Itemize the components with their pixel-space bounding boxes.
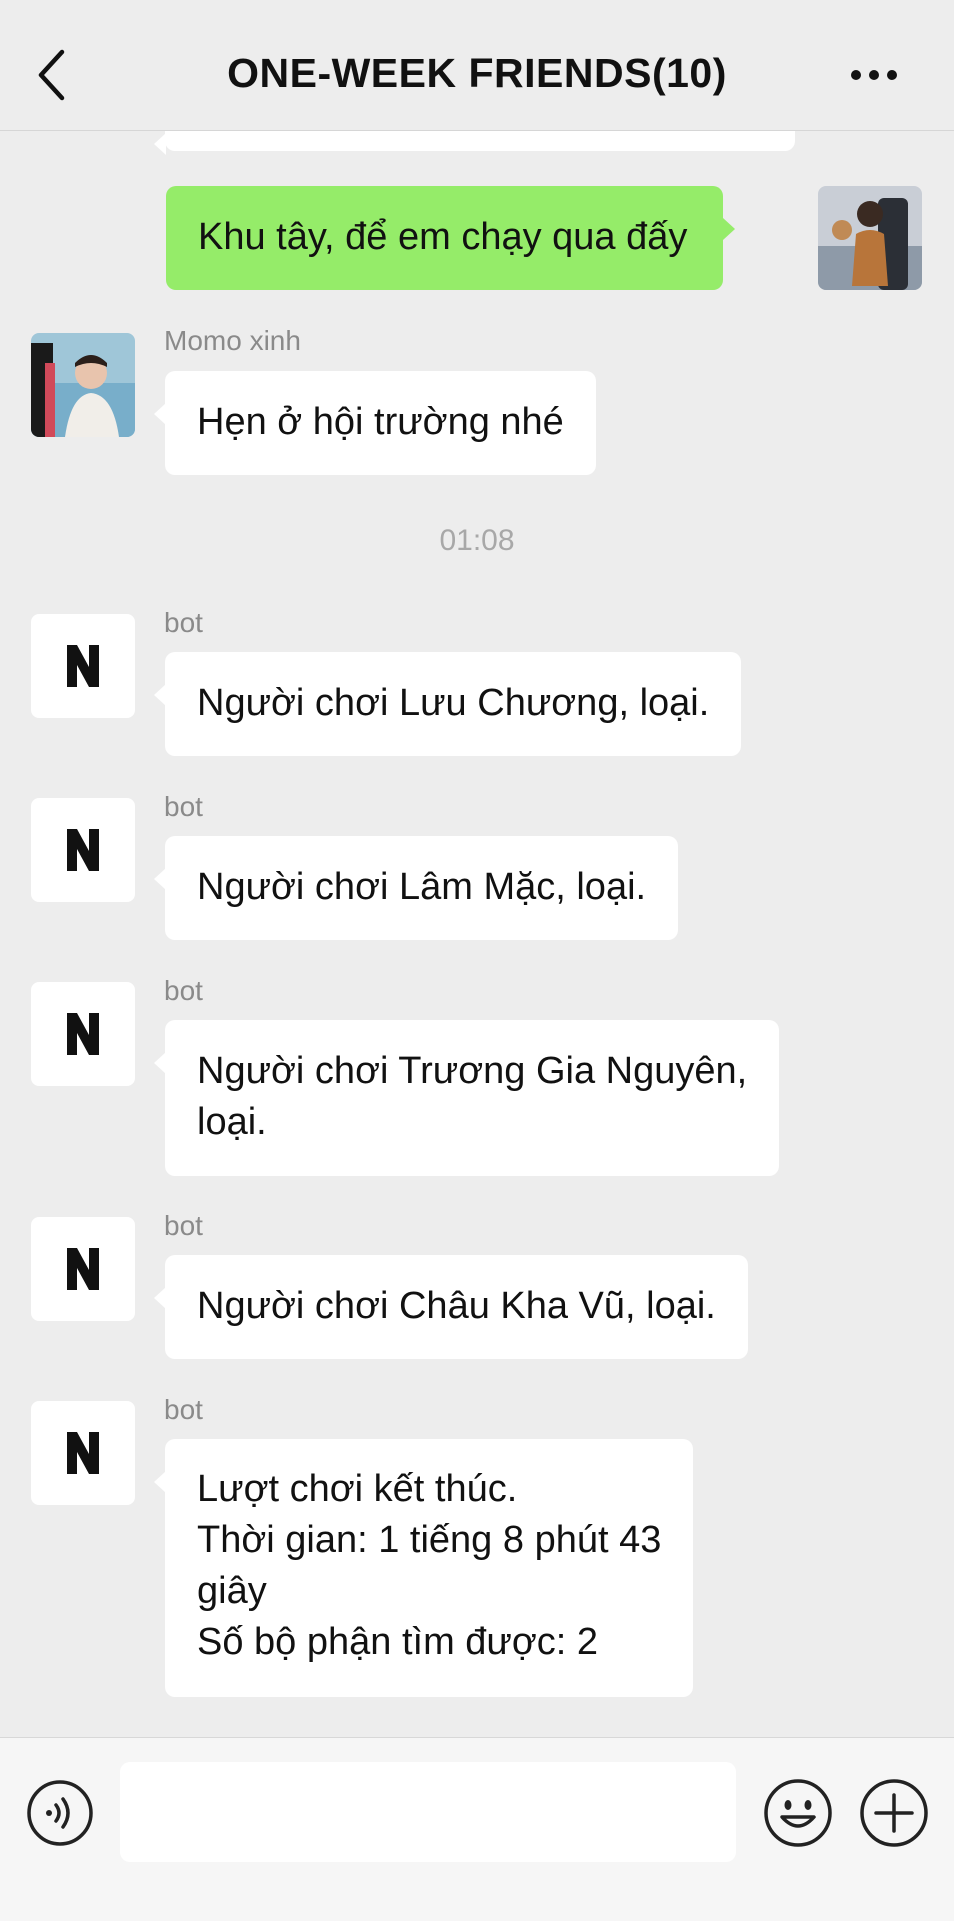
plus-button[interactable] <box>858 1777 930 1849</box>
bot-avatar[interactable] <box>31 798 135 902</box>
message-bubble[interactable]: Lượt chơi kết thúc. Thời gian: 1 tiếng 8… <box>153 1439 694 1697</box>
voice-button[interactable] <box>26 1779 94 1847</box>
avatar-photo-icon <box>818 186 922 290</box>
partial-message-bubble <box>154 131 795 155</box>
sender-name: bot <box>164 791 203 822</box>
more-button[interactable] <box>846 60 906 90</box>
sender-name: bot <box>164 1394 203 1425</box>
message-text-line: Lượt chơi kết thúc. <box>197 1468 518 1510</box>
bot-avatar[interactable] <box>31 1217 135 1321</box>
message-text: Người chơi Lưu Chương, loại. <box>197 682 710 724</box>
message-text-line: loại. <box>197 1101 267 1143</box>
message-bubble-outgoing[interactable]: Khu tây, để em chạy qua đấy <box>166 186 736 290</box>
message-text: Người chơi Châu Kha Vũ, loại. <box>197 1285 716 1327</box>
message-text-line: Người chơi Trương Gia Nguyên, <box>197 1050 748 1092</box>
message-bubble[interactable]: Người chơi Trương Gia Nguyên, loại. <box>153 1020 780 1176</box>
message-text: Người chơi Lâm Mặc, loại. <box>197 866 647 908</box>
sender-name: bot <box>164 975 203 1006</box>
bot-logo-icon <box>67 645 99 687</box>
emoji-icon <box>764 1779 832 1847</box>
emoji-button[interactable] <box>762 1777 834 1849</box>
bot-logo-icon <box>67 1013 99 1055</box>
avatar-photo-icon <box>31 333 135 437</box>
sender-name: bot <box>164 607 203 638</box>
message-text: Khu tây, để em chạy qua đấy <box>198 216 688 258</box>
sender-name: Momo xinh <box>164 325 301 356</box>
chevron-left-icon <box>38 49 65 101</box>
sender-avatar[interactable] <box>31 333 135 437</box>
message-bubble[interactable]: Người chơi Lâm Mặc, loại. <box>153 836 679 940</box>
chat-header: ONE-WEEK FRIENDS(10) <box>0 0 954 131</box>
voice-icon <box>27 1780 93 1846</box>
message-text: Hẹn ở hội trường nhé <box>197 401 564 443</box>
bot-avatar[interactable] <box>31 1401 135 1505</box>
back-button[interactable] <box>30 40 80 110</box>
my-avatar[interactable] <box>818 186 922 290</box>
message-text-line: Thời gian: 1 tiếng 8 phút 43 <box>197 1519 662 1561</box>
message-bubble[interactable]: Hẹn ở hội trường nhé <box>154 371 596 475</box>
message-bubble[interactable]: Người chơi Châu Kha Vũ, loại. <box>154 1255 748 1359</box>
message-input[interactable] <box>120 1762 736 1862</box>
bot-logo-icon <box>67 829 99 871</box>
timestamp: 01:08 <box>439 524 515 557</box>
bot-avatar[interactable] <box>31 614 135 718</box>
message-bubble[interactable]: Người chơi Lưu Chương, loại. <box>153 652 742 756</box>
message-text-line: Số bộ phận tìm được: 2 <box>197 1621 599 1663</box>
plus-icon <box>860 1779 928 1847</box>
message-text-line: giây <box>197 1570 267 1612</box>
bot-avatar[interactable] <box>31 982 135 1086</box>
bot-logo-icon <box>67 1248 99 1290</box>
sender-name: bot <box>164 1210 203 1241</box>
chat-title: ONE-WEEK FRIENDS(10) <box>227 50 727 96</box>
more-dots-icon <box>851 70 897 80</box>
bot-logo-icon <box>67 1432 99 1474</box>
message-list[interactable]: Khu tây, để em chạy qua đấy Momo xinh Hẹ… <box>0 131 954 1737</box>
input-bar <box>0 1737 954 1921</box>
